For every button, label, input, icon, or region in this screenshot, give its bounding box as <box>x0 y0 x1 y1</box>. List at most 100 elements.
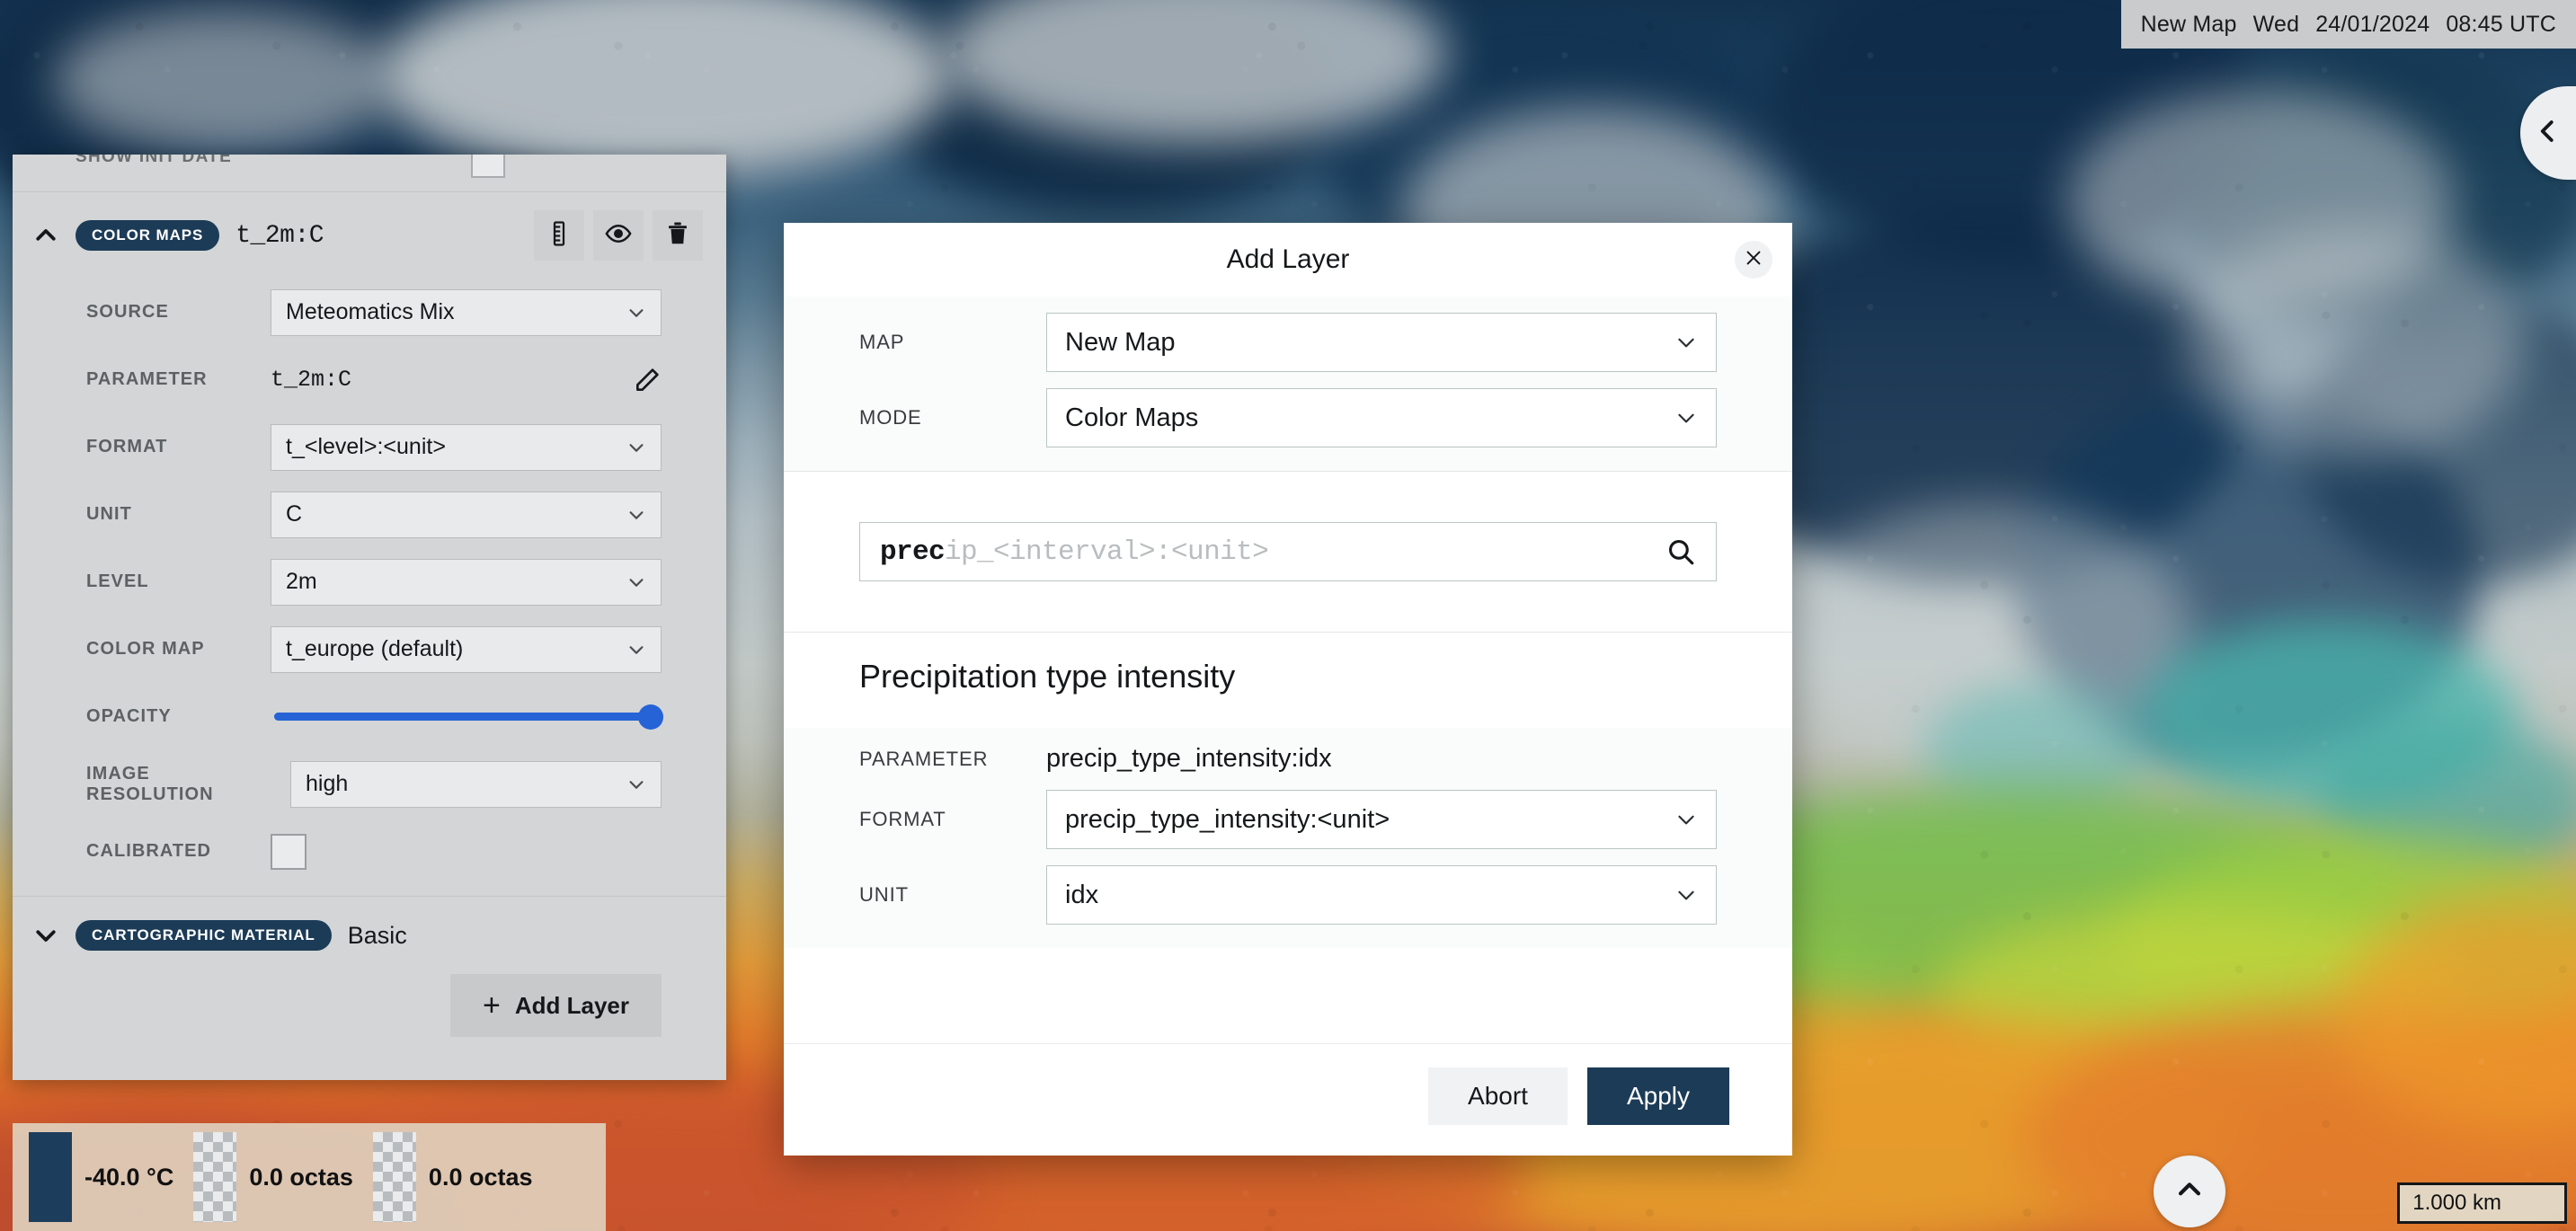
collapse-layer-chevron-up-icon[interactable] <box>32 222 59 249</box>
chevron-up-icon <box>2174 1174 2205 1209</box>
eye-icon <box>605 220 632 252</box>
field-level-label: LEVEL <box>86 571 149 591</box>
legend-swatch <box>193 1132 237 1222</box>
search-ghost-text: ip_<interval>:<unit> <box>945 536 1269 568</box>
result-unit-label: UNIT <box>859 883 909 906</box>
dialog-map-select[interactable]: New Map <box>1046 313 1717 372</box>
search-input[interactable]: precip_<interval>:<unit> <box>859 522 1717 581</box>
layer-type-badge: COLOR MAPS <box>76 220 220 251</box>
parameter-search-zone: precip_<interval>:<unit> <box>784 472 1792 632</box>
layer-header: COLOR MAPS t_2m:C <box>13 192 726 279</box>
field-source-label: SOURCE <box>86 302 169 322</box>
expand-cartographic-chevron-down-icon[interactable] <box>32 922 59 949</box>
result-format-select[interactable]: precip_type_intensity:<unit> <box>1046 790 1717 849</box>
dialog-mode-select[interactable]: Color Maps <box>1046 388 1717 447</box>
map-legend: -40.0 °C 0.0 octas 0.0 octas <box>13 1123 606 1231</box>
result-field-unit: UNIT idx <box>859 865 1717 925</box>
layer-settings-panel: SHOW INIT DATE COLOR MAPS t_2m:C SOURCE … <box>13 155 726 1080</box>
unit-select[interactable]: C <box>271 491 662 538</box>
dialog-top-fields: MAP New Map MODE Color Maps <box>784 297 1792 471</box>
cartographic-material-badge: CARTOGRAPHIC MATERIAL <box>76 920 332 951</box>
show-init-date-checkbox[interactable] <box>471 155 505 178</box>
dialog-footer: Abort Apply <box>784 1043 1792 1156</box>
chevron-down-icon <box>626 572 646 592</box>
legend-label: 0.0 octas <box>249 1163 353 1191</box>
layer-fields: SOURCE Meteomatics Mix PARAMETER t_2m:C … <box>13 279 726 1080</box>
legend-item: -40.0 °C <box>29 1132 173 1222</box>
result-parameter-value: precip_type_intensity:idx <box>1046 744 1332 773</box>
chevron-down-icon <box>626 640 646 660</box>
unit-value: C <box>286 501 303 527</box>
opacity-slider[interactable] <box>271 694 663 740</box>
chevron-down-icon <box>1674 808 1698 831</box>
cartographic-material-row: CARTOGRAPHIC MATERIAL Basic <box>13 897 726 974</box>
dialog-map-label: MAP <box>859 331 905 353</box>
timestamp-weekday: Wed <box>2252 11 2300 37</box>
opacity-slider-track[interactable] <box>274 704 663 730</box>
add-layer-row: + Add Layer <box>13 974 726 1067</box>
legend-swatch <box>372 1132 416 1222</box>
field-calibrated: CALIBRATED <box>13 818 726 885</box>
parameter-value: t_2m:C <box>271 367 352 393</box>
timestamp-date: 24/01/2024 <box>2315 11 2430 37</box>
field-level: LEVEL 2m <box>13 548 726 616</box>
scale-label: 1.000 km <box>2412 1191 2501 1215</box>
edit-parameter-pencil-icon[interactable] <box>633 366 662 394</box>
level-select[interactable]: 2m <box>271 558 662 606</box>
chevron-down-icon <box>626 775 646 794</box>
result-unit-value: idx <box>1065 880 1099 909</box>
field-format: FORMAT t_<level>:<unit> <box>13 413 726 481</box>
level-value: 2m <box>286 569 317 594</box>
close-icon <box>1744 248 1763 272</box>
chevron-left-icon <box>2535 118 2562 149</box>
dialog-map-value: New Map <box>1065 327 1176 357</box>
dialog-mode-value: Color Maps <box>1065 403 1199 432</box>
trash-icon <box>664 220 691 252</box>
timestamp-map-name: New Map <box>2140 11 2237 37</box>
field-parameter: PARAMETER t_2m:C <box>13 346 726 413</box>
dialog-field-map: MAP New Map <box>859 313 1717 372</box>
timestamp-bar: New Map Wed 24/01/2024 08:45 UTC <box>2120 0 2576 49</box>
legend-item: 0.0 octas <box>193 1132 353 1222</box>
search-typed-text: prec <box>880 536 946 568</box>
search-icon[interactable] <box>1666 536 1696 567</box>
add-layer-label: Add Layer <box>514 991 629 1019</box>
chevron-down-icon <box>626 303 646 323</box>
opacity-slider-knob[interactable] <box>638 704 663 730</box>
source-select[interactable]: Meteomatics Mix <box>271 288 662 336</box>
field-unit-label: UNIT <box>86 504 132 524</box>
field-format-label: FORMAT <box>86 437 168 456</box>
dialog-title: Add Layer <box>1226 244 1350 274</box>
search-text: precip_<interval>:<unit> <box>880 536 1269 568</box>
field-calibrated-label: CALIBRATED <box>86 841 212 861</box>
add-layer-button[interactable]: + Add Layer <box>449 974 662 1037</box>
add-layer-dialog: Add Layer MAP New Map MODE Color Maps pr… <box>784 223 1792 1156</box>
format-select[interactable]: t_<level>:<unit> <box>271 423 662 471</box>
layer-name: t_2m:C <box>235 221 324 250</box>
apply-button[interactable]: Apply <box>1586 1067 1729 1125</box>
field-source: SOURCE Meteomatics Mix <box>13 279 726 346</box>
chevron-down-icon <box>1674 883 1698 907</box>
calibrated-checkbox[interactable] <box>271 833 306 870</box>
close-dialog-button[interactable] <box>1735 241 1772 279</box>
legend-icon-button[interactable] <box>534 210 584 261</box>
toggle-visibility-button[interactable] <box>593 210 644 261</box>
color-map-value: t_europe (default) <box>286 636 464 661</box>
timestamp-time: 08:45 UTC <box>2446 11 2556 37</box>
legend-swatch <box>29 1132 72 1222</box>
image-resolution-select[interactable]: high <box>290 760 662 808</box>
dialog-field-mode: MODE Color Maps <box>859 388 1717 447</box>
legend-icon <box>546 220 573 252</box>
show-init-date-row[interactable]: SHOW INIT DATE <box>13 155 726 192</box>
color-map-select[interactable]: t_europe (default) <box>271 625 662 673</box>
plus-icon: + <box>482 988 501 1023</box>
chevron-down-icon <box>1674 406 1698 430</box>
result-unit-select[interactable]: idx <box>1046 865 1717 925</box>
field-image-resolution: IMAGE RESOLUTION high <box>13 750 726 818</box>
scroll-to-top-button[interactable] <box>2154 1156 2225 1227</box>
delete-layer-button[interactable] <box>653 210 703 261</box>
abort-button[interactable]: Abort <box>1428 1067 1568 1125</box>
field-image-resolution-label: IMAGE RESOLUTION <box>86 763 214 804</box>
result-field-parameter: PARAMETER precip_type_intensity:idx <box>859 744 1717 774</box>
image-resolution-value: high <box>306 771 349 796</box>
